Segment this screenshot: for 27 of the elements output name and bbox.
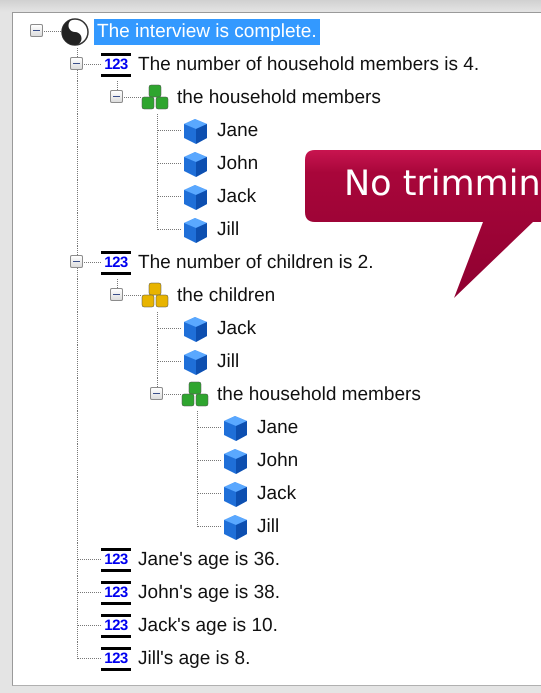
tree-item[interactable]: Jane [214,118,262,144]
tree-item[interactable]: The number of children is 2. [135,250,377,276]
tree-item[interactable]: Jill [214,216,242,242]
tree-item[interactable]: the children [174,282,278,308]
tree-item[interactable]: Jill [254,514,282,540]
tree-item[interactable]: Jane [254,414,302,440]
tree-item[interactable]: Jack [254,480,300,506]
tree-item[interactable]: The number of household members is 4. [135,52,482,78]
tree-item[interactable]: Jack [214,316,260,342]
collapse-toggle[interactable] [70,57,83,70]
tree-item[interactable]: Jill [214,348,242,374]
collapse-toggle[interactable] [150,387,163,400]
tree-item[interactable]: the household members [214,382,424,408]
tree-item[interactable]: the household members [174,84,384,110]
tree-item[interactable]: John [214,150,262,176]
tree-item[interactable]: John's age is 38. [135,580,283,606]
tree-item[interactable]: Jack [214,184,260,210]
tree-item[interactable]: John [254,448,302,474]
collapse-toggle[interactable] [30,24,43,37]
tree-item[interactable]: Jane's age is 36. [135,546,283,572]
collapse-toggle[interactable] [110,90,123,103]
callout-text: No trimmin [344,163,541,206]
tree-item[interactable]: Jack's age is 10. [135,612,281,638]
yin-yang-icon [60,16,90,46]
collapse-toggle[interactable] [110,288,123,301]
tree-item[interactable]: Jill's age is 8. [135,646,254,672]
collapse-toggle[interactable] [70,255,83,268]
